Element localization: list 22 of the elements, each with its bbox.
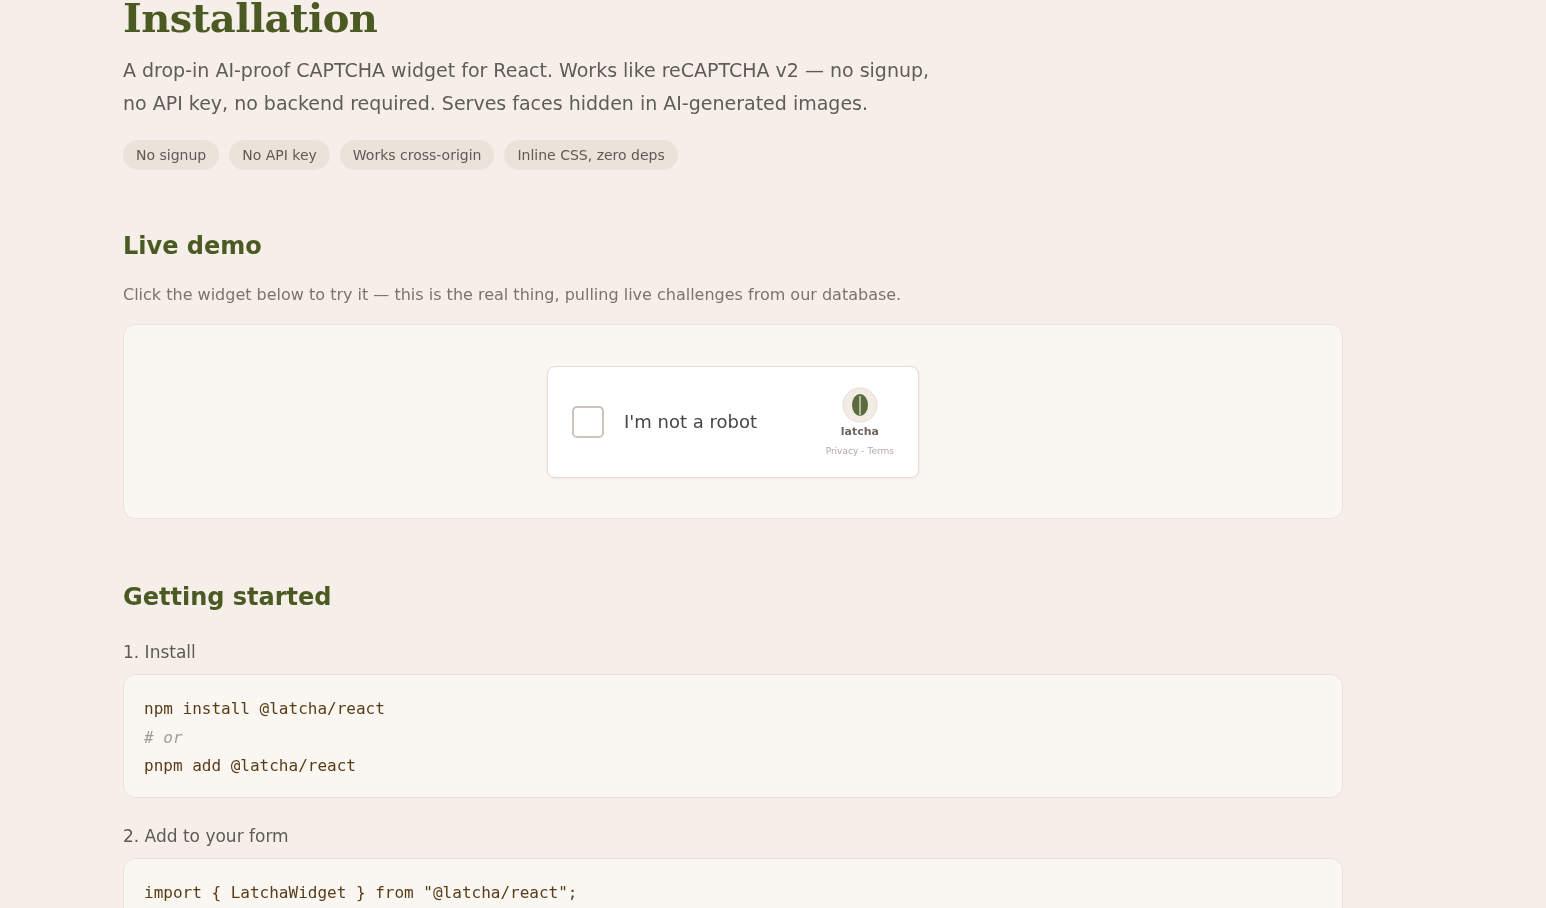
code-line: import { LatchaWidget } from "@latcha/react"; [144, 881, 579, 904]
privacy-link[interactable]: Privacy [825, 446, 859, 456]
code-line: # or [144, 726, 184, 749]
page-title: Installation [123, 0, 379, 40]
checkbox-label: I'm not a robot [624, 411, 758, 432]
section-heading: Live demo [123, 232, 263, 260]
code-line: pnpm add @latcha/react [144, 755, 357, 777]
feature-tag: No API key [229, 140, 330, 170]
code-line: npm install @latcha/react [144, 698, 386, 720]
leaf-icon [841, 387, 878, 423]
brand-name: latcha [840, 425, 879, 438]
link-separator: - [861, 446, 865, 456]
step-title: 2. Add to your form [123, 825, 290, 846]
robot-checkbox[interactable] [572, 405, 604, 438]
step-title: 1. Install [123, 642, 197, 662]
intro-text: A drop-in AI-proof CAPTCHA widget for React. Works like reCAPTCHA v2 — no signup, no API key, no backend required. Serves faces hidden in AI-generated images. [123, 58, 931, 116]
section-heading: Getting started [123, 583, 333, 611]
feature-tag: Works cross-origin [339, 140, 495, 170]
section-description: Click the widget below to try it — this is the real thing, pulling live challenges from our database. [123, 285, 903, 304]
feature-tag: No signup [123, 140, 220, 170]
feature-tag: Inline CSS, zero deps [504, 140, 678, 170]
terms-link[interactable]: Terms [867, 446, 894, 456]
